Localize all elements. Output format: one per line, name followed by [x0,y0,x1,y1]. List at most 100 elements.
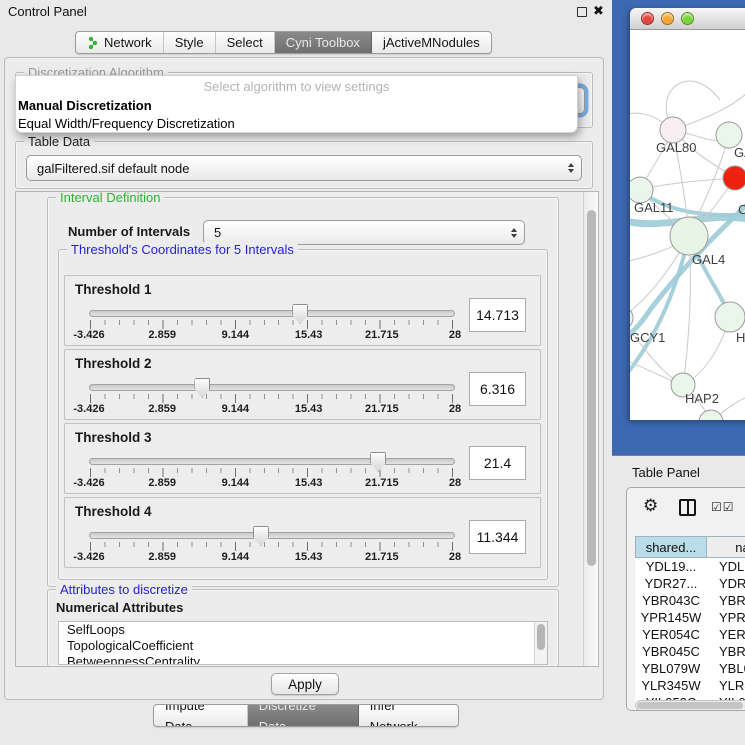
slider-scale-label: 9.144 [222,329,250,341]
slider-scale-label: 28 [449,551,461,563]
network-node[interactable] [699,410,723,420]
network-node-h[interactable] [715,302,745,332]
slider-scale-label: 2.859 [148,329,176,341]
group-title-thresholds: Threshold's Coordinates for 5 Intervals [67,242,298,257]
attribute-item-betweennesscentrality[interactable]: BetweennessCentrality [59,654,547,665]
tab-label: Discretize Data [259,704,347,727]
table-horizontal-scrollbar[interactable] [635,700,745,711]
slider-scale-label: -3.426 [73,551,104,563]
slider-ticks-major [90,468,453,477]
column-header-name[interactable]: na [707,536,745,558]
slider-scale-label: 21.715 [365,329,399,341]
table-cell: YPR145W [635,609,707,626]
table-header-row: shared... na [635,536,745,558]
select-columns-icon[interactable]: ☑☑ [711,500,735,514]
slider-track[interactable] [89,458,455,465]
table-cell: YLR3 [707,677,745,694]
table-row[interactable]: YBR045CYBR0 [635,643,745,660]
threshold-slider[interactable]: -3.4262.8599.14415.4321.71528 [89,304,455,344]
control-panel-window: Control Panel ✖ NetworkStyleSelectCyni T… [0,0,612,745]
threshold-slider[interactable]: -3.4262.8599.14415.4321.71528 [89,452,455,492]
slider-track[interactable] [89,532,455,539]
network-canvas[interactable]: GAL80GACGAL11GAL4GCY1HHAP2 [630,30,745,420]
threshold-label: Threshold 1 [75,282,152,297]
threshold-value-box[interactable]: 6.316 [469,372,526,406]
dropdown-option-manual[interactable]: Manual Discretization [16,97,577,115]
tab-label: Cyni Toolbox [286,32,360,53]
slider-track[interactable] [89,384,455,391]
table-cell: YBR0 [707,592,745,609]
table-row[interactable]: YPR145WYPR1 [635,609,745,626]
tab-label: Infer Network [370,704,447,727]
top-tab-bar: NetworkStyleSelect Cyni Toolbox jActiveMNo… [75,31,492,54]
network-node-c[interactable] [723,166,745,190]
traffic-red-light-icon[interactable] [641,12,654,25]
threshold-value-box[interactable]: 14.713 [469,298,526,332]
slider-scale-label: 9.144 [222,551,250,563]
table-cell: YBR043C [635,592,707,609]
table-row[interactable]: YBL079WYBL0 [635,660,745,677]
slider-scale-label: 28 [449,329,461,341]
tab-impute-data[interactable]: Impute Data [154,705,248,726]
gear-icon[interactable]: ⚙ [643,496,658,516]
table-row[interactable]: YLR345WYLR3 [635,677,745,694]
tab-jactivemnodules[interactable]: jActiveMNodules [372,32,491,53]
attribute-item-selfloops[interactable]: SelfLoops [59,622,547,638]
slider-scale-label: 15.43 [295,403,323,415]
table-cell: YER054C [635,626,707,643]
table-row[interactable]: YER054CYER0 [635,626,745,643]
slider-scale-label: 15.43 [295,329,323,341]
tab-style[interactable]: Style [164,32,216,53]
threshold-slider[interactable]: -3.4262.8599.14415.4321.71528 [89,378,455,418]
network-graph[interactable]: GAL80GACGAL11GAL4GCY1HHAP2 [630,30,745,420]
slider-scale-label: 9.144 [222,403,250,415]
tab-network[interactable]: Network [76,32,164,53]
network-node-gal4[interactable] [670,217,708,255]
network-node-label: GAL11 [634,200,674,215]
split-columns-icon[interactable] [679,499,696,516]
table-cell: YBR045C [635,643,707,660]
table-cell: YBR0 [707,643,745,660]
close-panel-icon[interactable]: ✖ [593,3,604,19]
group-title-interval-definition: Interval Definition [56,191,164,205]
network-node-label: C [738,202,745,217]
slider-track[interactable] [89,310,455,317]
network-node-label: H [736,330,745,345]
table-data-combo[interactable]: galFiltered.sif default node [26,155,582,181]
table-row[interactable]: YBR043CYBR0 [635,592,745,609]
tab-cyni-toolbox[interactable]: Cyni Toolbox [275,32,372,53]
slider-scale-label: 28 [449,403,461,415]
slider-scale-labels: -3.4262.8599.14415.4321.71528 [89,403,455,416]
tab-infer-network[interactable]: Infer Network [359,705,458,726]
dropdown-option-equal-width[interactable]: Equal Width/Frequency Discretization [16,115,577,133]
threshold-value-box[interactable]: 11.344 [469,520,526,554]
threshold-slider[interactable]: -3.4262.8599.14415.4321.71528 [89,526,455,566]
column-header-shared-name[interactable]: shared... [635,536,707,558]
network-window: GAL80GACGAL11GAL4GCY1HHAP2 [630,8,745,420]
threshold-label: Threshold 4 [75,504,152,519]
algorithm-dropdown-popup: Select algorithm to view settings Manual… [15,75,578,133]
apply-button[interactable]: Apply [271,673,339,695]
table-row[interactable]: YDL19...YDL1 [635,558,745,575]
slider-scale-labels: -3.4262.8599.14415.4321.71528 [89,551,455,564]
slider-scale-label: -3.426 [73,477,104,489]
numerical-attributes-list[interactable]: SelfLoopsTopologicalCoefficientBetweenne… [58,621,548,665]
float-panel-icon[interactable] [577,7,587,17]
screen: Control Panel ✖ NetworkStyleSelectCyni T… [0,0,745,745]
slider-scale-label: -3.426 [73,329,104,341]
threshold-row: Threshold 2 -3.4262.8599.14415.4321.7152… [64,349,541,420]
settings-vertical-scrollbar[interactable] [583,192,598,666]
tab-discretize-data[interactable]: Discretize Data [248,705,359,726]
table-row[interactable]: YDR27...YDR2 [635,575,745,592]
threshold-label: Threshold 2 [75,356,152,371]
tab-select[interactable]: Select [216,32,275,53]
attributes-scrollbar[interactable] [534,622,547,664]
table-cell: YDR2 [707,575,745,592]
dropdown-placeholder: Select algorithm to view settings [16,76,577,97]
attribute-item-topologicalcoefficient[interactable]: TopologicalCoefficient [59,638,547,654]
traffic-yellow-light-icon[interactable] [661,12,674,25]
threshold-value-box[interactable]: 21.4 [469,446,526,480]
traffic-green-light-icon[interactable] [681,12,694,25]
slider-scale-label: 2.859 [148,477,176,489]
slider-scale-label: 9.144 [222,477,250,489]
